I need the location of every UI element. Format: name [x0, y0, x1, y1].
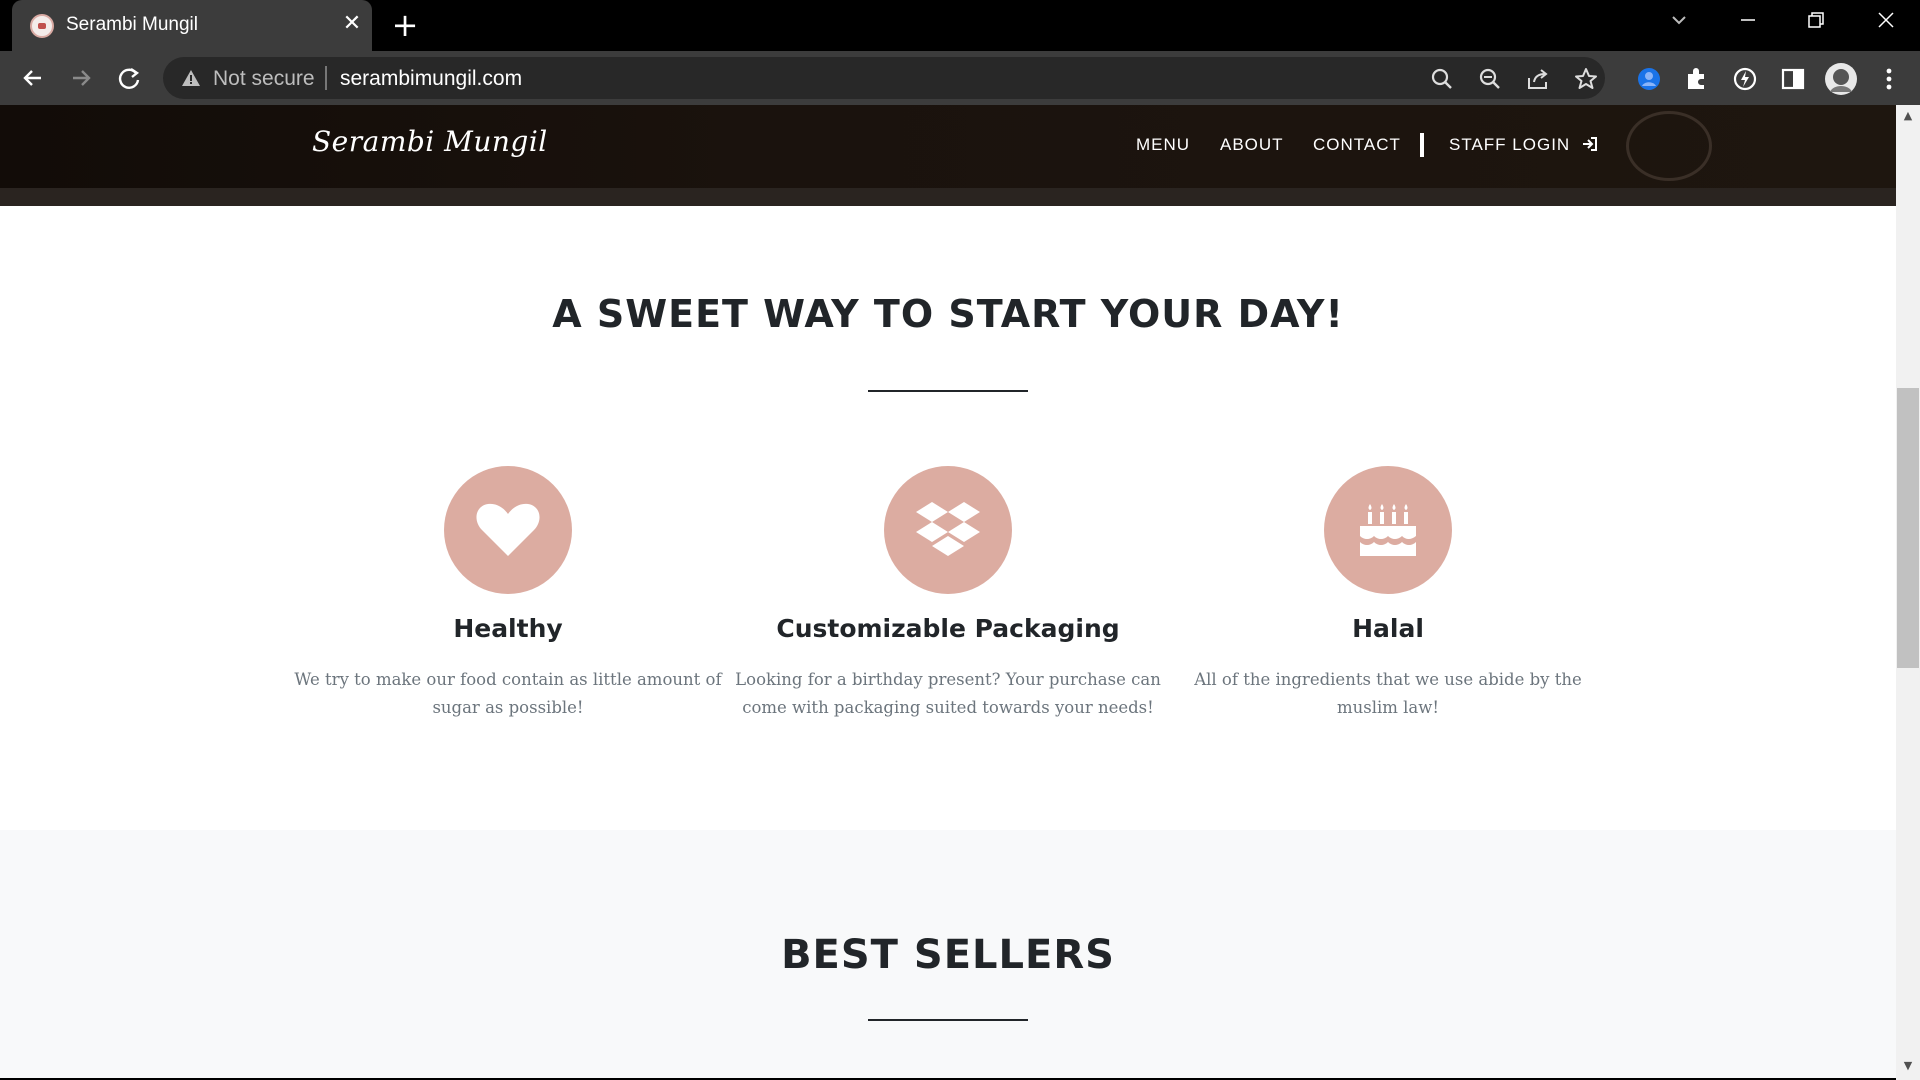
- avatar[interactable]: [1824, 62, 1858, 96]
- nav-divider: [1420, 133, 1424, 157]
- browser-tab-bar: Serambi Mungil ✕ +: [0, 0, 1920, 51]
- features-heading: A SWEET WAY TO START YOUR DAY!: [552, 292, 1344, 336]
- share-icon[interactable]: [1525, 66, 1551, 92]
- navbar-bottom-strip: [0, 188, 1896, 206]
- sign-in-icon: [1582, 137, 1597, 151]
- tab-title: Serambi Mungil: [66, 14, 198, 35]
- feature-title: Customizable Packaging: [776, 614, 1120, 643]
- browser-tab[interactable]: Serambi Mungil ✕: [12, 0, 372, 51]
- best-sellers-heading: BEST SELLERS: [781, 932, 1115, 978]
- performance-icon[interactable]: [1730, 64, 1760, 94]
- tab-close-icon[interactable]: ✕: [338, 10, 366, 38]
- nav-contact-link[interactable]: CONTACT: [1313, 135, 1401, 155]
- warning-icon[interactable]: [181, 68, 201, 88]
- zoom-out-icon[interactable]: [1477, 66, 1503, 92]
- heart-icon: [476, 503, 540, 556]
- feature-description: Looking for a birthday present? Your pur…: [735, 670, 1161, 717]
- nav-about-link[interactable]: ABOUT: [1220, 135, 1284, 155]
- page-viewport: Serambi Mungil MENU ABOUT CONTACT STAFF …: [0, 105, 1896, 1078]
- address-bar[interactable]: Not secure serambimungil.com: [163, 57, 1605, 99]
- site-logo[interactable]: Serambi Mungil: [312, 125, 548, 158]
- nav-menu-link[interactable]: MENU: [1136, 135, 1190, 155]
- heading-divider: [868, 390, 1028, 392]
- bookmark-star-icon[interactable]: [1573, 66, 1599, 92]
- feature-description: We try to make our food contain as littl…: [294, 670, 722, 717]
- extensions-puzzle-icon[interactable]: [1682, 64, 1712, 94]
- close-window-icon[interactable]: [1866, 8, 1906, 42]
- browser-toolbar: Not secure serambimungil.com: [0, 51, 1920, 105]
- scrollbar-thumb[interactable]: [1897, 388, 1919, 668]
- site-favicon-icon: [30, 14, 54, 38]
- background-decoration: [1626, 111, 1712, 181]
- staff-login-label: STAFF LOGIN: [1449, 135, 1571, 154]
- reload-icon[interactable]: [112, 61, 146, 95]
- side-panel-icon[interactable]: [1778, 64, 1808, 94]
- security-label[interactable]: Not secure: [213, 67, 315, 91]
- restore-icon[interactable]: [1796, 8, 1836, 42]
- kebab-menu-icon[interactable]: [1874, 64, 1904, 94]
- profile-extension-icon[interactable]: [1634, 64, 1664, 94]
- feature-icon-circle: [1324, 466, 1452, 594]
- minimize-icon[interactable]: [1728, 8, 1768, 42]
- site-navbar: Serambi Mungil MENU ABOUT CONTACT STAFF …: [0, 105, 1896, 206]
- feature-icon-circle: [444, 466, 572, 594]
- scroll-up-arrow-icon[interactable]: ▲: [1901, 110, 1915, 122]
- feature-description: All of the ingredients that we use abide…: [1194, 670, 1582, 717]
- birthday-cake-icon: [1360, 504, 1416, 556]
- feature-title: Healthy: [453, 614, 563, 643]
- features-section: A SWEET WAY TO START YOUR DAY! Healthy W…: [0, 206, 1896, 830]
- search-icon[interactable]: [1429, 66, 1455, 92]
- best-sellers-section: BEST SELLERS: [0, 830, 1896, 1078]
- feature-icon-circle: [884, 466, 1012, 594]
- scroll-down-arrow-icon[interactable]: ▼: [1901, 1060, 1915, 1072]
- new-tab-button[interactable]: +: [388, 9, 422, 42]
- feature-title: Halal: [1352, 614, 1424, 643]
- url-text[interactable]: serambimungil.com: [340, 67, 522, 91]
- back-icon[interactable]: [16, 61, 50, 95]
- tab-search-icon[interactable]: [1659, 8, 1699, 42]
- nav-staff-login-link[interactable]: STAFF LOGIN: [1449, 135, 1598, 155]
- heading-divider: [868, 1019, 1028, 1021]
- address-divider: [325, 66, 327, 90]
- dropbox-icon: [916, 502, 980, 556]
- forward-icon[interactable]: [64, 61, 98, 95]
